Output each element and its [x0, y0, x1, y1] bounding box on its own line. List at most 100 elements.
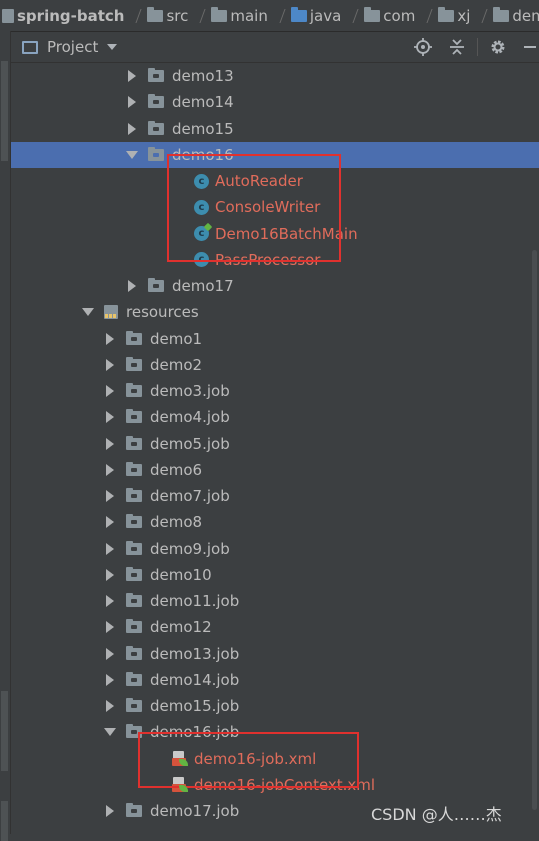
- tree-row-demo11-job[interactable]: demo11.job: [11, 588, 539, 614]
- package-folder-icon: [126, 514, 142, 529]
- collapsed-arrow-icon[interactable]: [124, 94, 140, 110]
- collapsed-arrow-icon[interactable]: [102, 541, 118, 557]
- tree-row-demo5-job[interactable]: demo5.job: [11, 431, 539, 457]
- panel-title[interactable]: Project: [47, 38, 98, 56]
- breadcrumb-item-demo16[interactable]: demo16: [485, 0, 539, 31]
- tree-row-label: Demo16BatchMain: [215, 224, 358, 243]
- collapsed-arrow-icon[interactable]: [102, 357, 118, 373]
- tree-row-demo15[interactable]: demo15: [11, 116, 539, 142]
- tree-row-passprocessor[interactable]: c PassProcessor: [11, 247, 539, 273]
- collapsed-arrow-icon[interactable]: [124, 121, 140, 137]
- expanded-arrow-icon[interactable]: [124, 147, 140, 163]
- tree-row-demo17[interactable]: demo17: [11, 273, 539, 299]
- collapsed-arrow-icon[interactable]: [102, 567, 118, 583]
- watermark: CSDN @人……杰: [371, 805, 502, 824]
- tree-row-label: PassProcessor: [215, 250, 321, 269]
- package-icon: [364, 6, 381, 22]
- collapsed-arrow-icon[interactable]: [102, 462, 118, 478]
- tree-row-demo16-jobcontext-xml[interactable]: demo16-jobContext.xml: [11, 772, 539, 798]
- package-icon: [438, 6, 455, 22]
- tree-row-demo16-job-xml[interactable]: demo16-job.xml: [11, 746, 539, 772]
- package-folder-icon: [126, 619, 142, 634]
- collapsed-arrow-icon[interactable]: [124, 68, 140, 84]
- tree-row-demo16batchmain[interactable]: c Demo16BatchMain: [11, 221, 539, 247]
- tree-row-demo12[interactable]: demo12: [11, 614, 539, 640]
- tree-row-demo15-job[interactable]: demo15.job: [11, 693, 539, 719]
- tree-row-consolewriter[interactable]: c ConsoleWriter: [11, 194, 539, 220]
- package-folder-icon: [126, 409, 142, 424]
- breadcrumb-item-xj[interactable]: xj: [430, 0, 488, 31]
- breadcrumb-item-src[interactable]: src: [139, 0, 206, 31]
- tree-row-label: demo1: [150, 329, 203, 348]
- tree-row-demo16[interactable]: demo16: [11, 141, 539, 168]
- collapsed-arrow-icon[interactable]: [102, 331, 118, 347]
- package-folder-icon: [126, 383, 142, 397]
- tree-scrollbar[interactable]: [532, 250, 537, 810]
- collapse-all-icon[interactable]: [448, 38, 466, 56]
- breadcrumb-item-main[interactable]: main: [203, 0, 286, 31]
- tree-row-demo7-job[interactable]: demo7.job: [11, 483, 539, 509]
- hide-icon[interactable]: [521, 38, 539, 56]
- tree-row-demo13-job[interactable]: demo13.job: [11, 641, 539, 667]
- tree-row-demo3-job[interactable]: demo3.job: [11, 378, 539, 404]
- collapsed-arrow-icon[interactable]: [102, 383, 118, 399]
- collapsed-arrow-icon[interactable]: [124, 278, 140, 294]
- breadcrumb-item-project[interactable]: spring-batch: [0, 0, 143, 31]
- tree-row-demo1[interactable]: demo1: [11, 326, 539, 352]
- collapsed-arrow-icon[interactable]: [102, 409, 118, 425]
- breadcrumb-label: java: [309, 6, 342, 25]
- package-folder-icon: [126, 488, 142, 502]
- tree-row-demo2[interactable]: demo2: [11, 352, 539, 378]
- project-panel-header: Project: [11, 32, 539, 63]
- locate-icon[interactable]: [414, 38, 432, 56]
- chevron-down-icon[interactable]: [107, 44, 118, 50]
- tree-row-label: demo16-jobContext.xml: [194, 775, 376, 794]
- collapsed-arrow-icon[interactable]: [102, 488, 118, 504]
- tree-row-label: demo15: [172, 119, 234, 138]
- collapsed-arrow-icon[interactable]: [102, 803, 118, 819]
- tree-row-label: demo4.job: [150, 408, 230, 427]
- collapsed-arrow-icon[interactable]: [102, 619, 118, 635]
- tree-row-resources[interactable]: resources: [11, 299, 539, 325]
- tree-row-demo6[interactable]: demo6: [11, 457, 539, 483]
- tree-row-label: demo11.job: [150, 592, 240, 610]
- xml-file-icon: [172, 776, 188, 793]
- package-folder-icon: [126, 724, 142, 739]
- gear-icon[interactable]: [477, 38, 507, 56]
- tree-row-demo4-job[interactable]: demo4.job: [11, 404, 539, 430]
- tree-row-label: AutoReader: [215, 172, 303, 190]
- tree-row-demo10[interactable]: demo10: [11, 562, 539, 588]
- breadcrumb-item-java[interactable]: java: [283, 0, 359, 31]
- breadcrumb-item-com[interactable]: com: [356, 0, 433, 31]
- project-tree[interactable]: demo13 demo14 demo15 demo16 c AutoReader c Cons…: [11, 63, 539, 834]
- resources-folder-icon: [104, 305, 118, 320]
- tool-window-tab-project[interactable]: [1, 61, 8, 161]
- tree-row-label: ConsoleWriter: [215, 198, 321, 217]
- expanded-arrow-icon[interactable]: [80, 304, 96, 320]
- tree-row-demo14[interactable]: demo14: [11, 89, 539, 115]
- tree-row-demo8[interactable]: demo8: [11, 509, 539, 535]
- tree-row-label: demo14.job: [150, 670, 240, 689]
- tree-row-label: resources: [126, 303, 199, 322]
- tree-row-demo13[interactable]: demo13: [11, 63, 539, 89]
- collapsed-arrow-icon[interactable]: [102, 672, 118, 688]
- collapsed-arrow-icon[interactable]: [102, 514, 118, 530]
- tool-window-tab-structure[interactable]: [1, 691, 8, 771]
- tree-row-label: demo5.job: [150, 434, 230, 453]
- tree-row-demo9-job[interactable]: demo9.job: [11, 536, 539, 562]
- tree-row-demo16-job[interactable]: demo16.job: [11, 719, 539, 745]
- collapsed-arrow-icon[interactable]: [102, 646, 118, 662]
- spring-leaf-icon: [179, 784, 188, 792]
- tree-row-demo14-job[interactable]: demo14.job: [11, 667, 539, 693]
- breadcrumb-label: demo16: [512, 6, 539, 25]
- collapsed-arrow-icon[interactable]: [102, 436, 118, 452]
- tree-row-label: demo17.job: [150, 802, 240, 820]
- collapsed-arrow-icon[interactable]: [102, 698, 118, 714]
- package-folder-icon: [126, 356, 142, 371]
- breadcrumb-label: src: [166, 6, 189, 25]
- collapsed-arrow-icon[interactable]: [102, 593, 118, 609]
- breadcrumb-label: main: [230, 6, 268, 25]
- tree-row-autoreader[interactable]: c AutoReader: [11, 168, 539, 194]
- tool-window-tab-favorites[interactable]: [1, 801, 8, 841]
- expanded-arrow-icon[interactable]: [102, 724, 118, 740]
